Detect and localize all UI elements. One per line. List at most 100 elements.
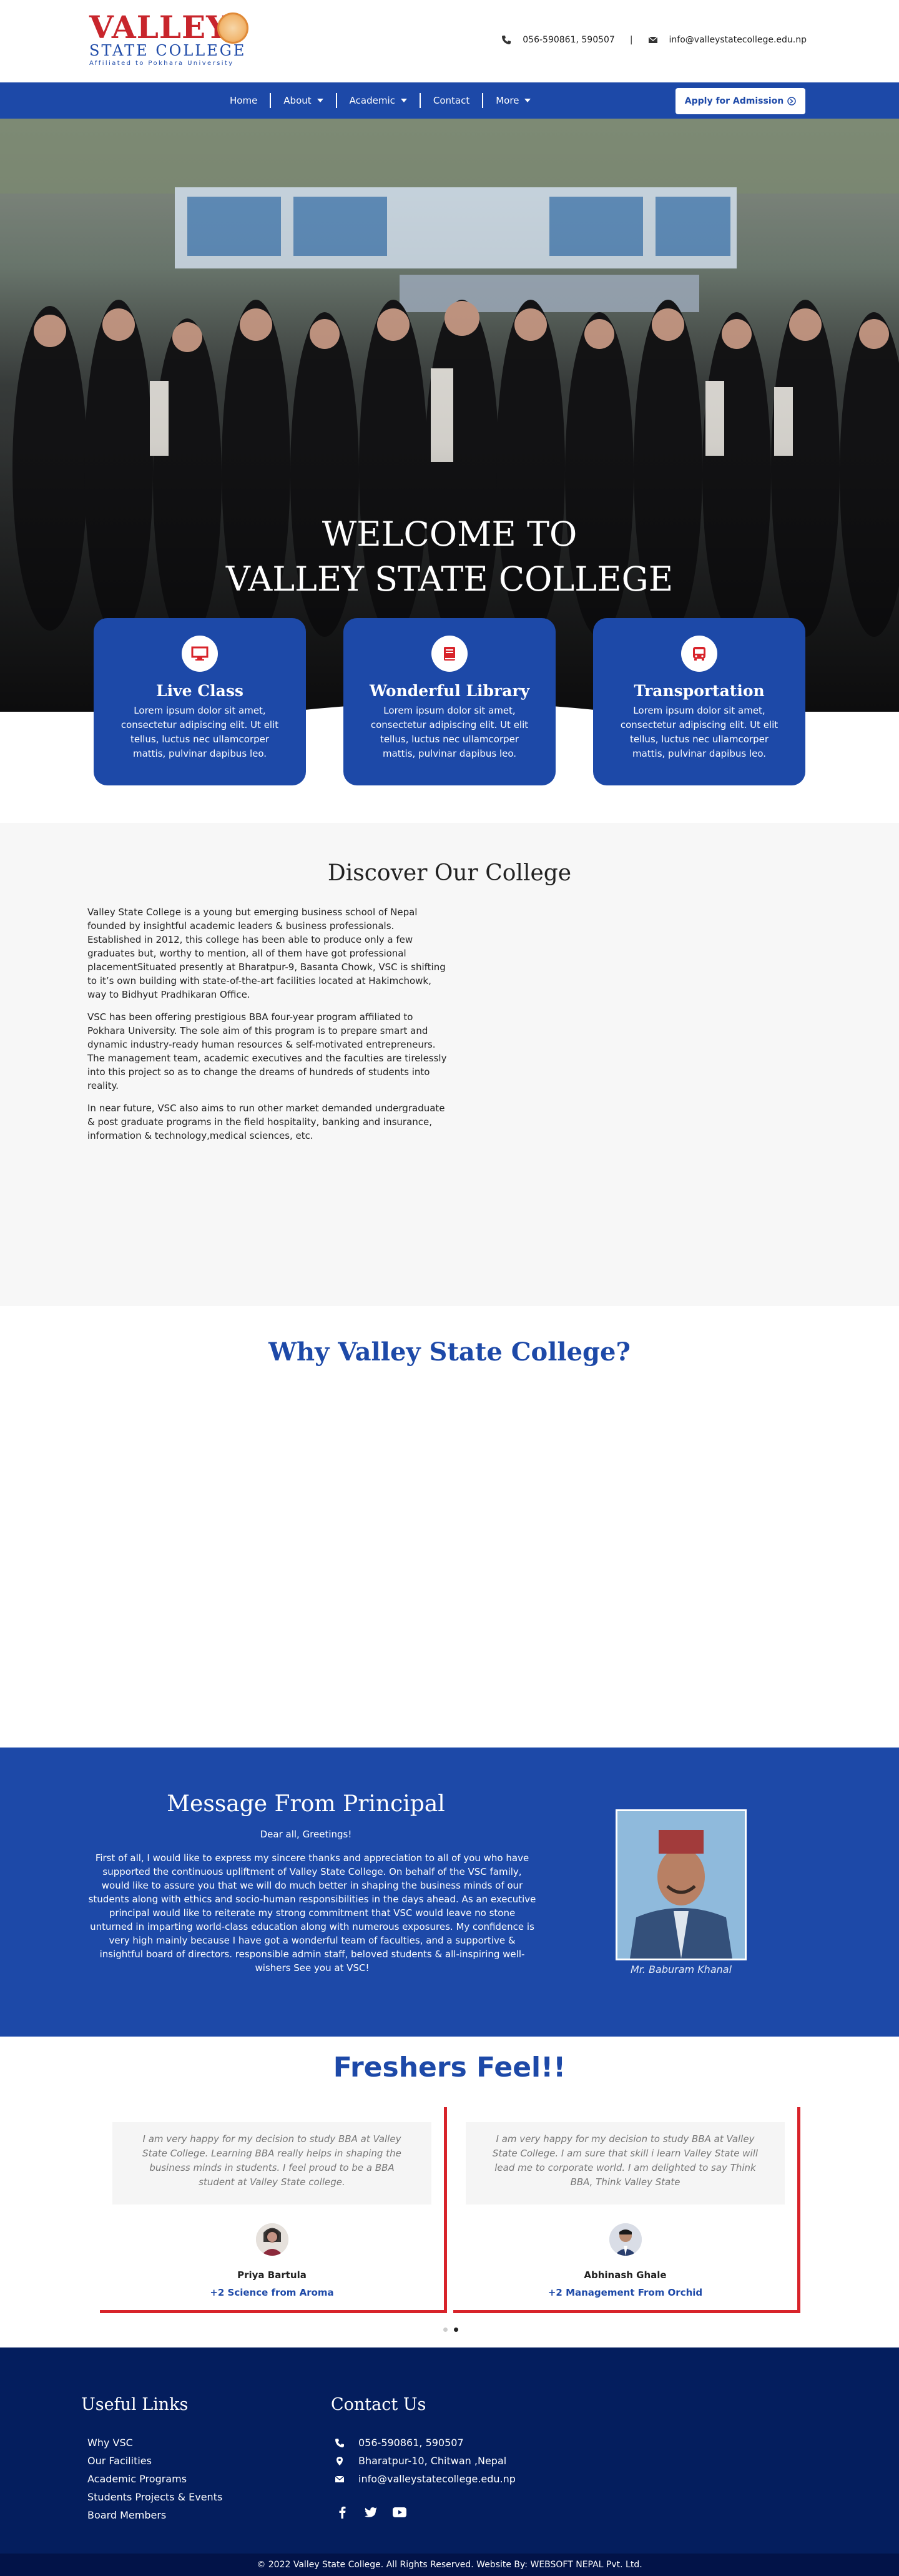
card-icon-wrap xyxy=(182,636,218,672)
nav-contact[interactable]: Contact xyxy=(421,91,482,110)
chevron-down-icon xyxy=(400,99,407,102)
apply-label: Apply for Admission xyxy=(684,96,784,106)
hero-title-line1: WELCOME TO xyxy=(322,514,577,554)
nav-academic-label: Academic xyxy=(349,95,395,106)
nav-about-label: About xyxy=(283,95,312,106)
feature-cards: Live Class Lorem ipsum dolor sit amet, c… xyxy=(94,618,805,785)
testimonial-name: Abhinash Ghale xyxy=(584,2269,667,2281)
card-title: Wonderful Library xyxy=(369,682,530,700)
principal-photo xyxy=(616,1809,747,1960)
why-title: Why Valley State College? xyxy=(268,1337,631,1367)
chevron-down-icon xyxy=(317,99,323,102)
copyright-bar: © 2022 Valley State College. All Rights … xyxy=(0,2554,899,2576)
college-logo[interactable]: VALLEY STATE COLLEGE Affiliated to Pokha… xyxy=(89,11,252,74)
nav-home[interactable]: Home xyxy=(217,91,270,110)
footer-contact: 056-590861, 590507 Bharatpur-10, Chitwan… xyxy=(335,2434,516,2488)
apply-admission-button[interactable]: Apply for Admission xyxy=(675,88,805,114)
footer-link-board[interactable]: Board Members xyxy=(87,2506,222,2524)
nav-contact-label: Contact xyxy=(433,95,470,106)
carousel-dots xyxy=(440,2328,461,2332)
header-separator: | xyxy=(629,35,633,45)
principal-greeting: Dear all, Greetings! xyxy=(260,1829,352,1840)
footer-email[interactable]: info@valleystatecollege.edu.np xyxy=(358,2470,516,2488)
map-pin-icon xyxy=(337,2456,343,2465)
testimonial-card[interactable]: I am very happy for my decision to study… xyxy=(453,2107,800,2313)
hero-title-line2: VALLEY STATE COLLEGE xyxy=(225,559,674,599)
card-text: Lorem ipsum dolor sit amet, consectetur … xyxy=(620,705,779,759)
testimonial-card[interactable]: I am very happy for my decision to study… xyxy=(100,2107,447,2313)
discover-title: Discover Our College xyxy=(327,860,572,886)
principal-section: Message From Principal Dear all, Greetin… xyxy=(0,1748,899,2037)
testimonial-name: Priya Bartula xyxy=(237,2269,307,2281)
footer-email-row: info@valleystatecollege.edu.np xyxy=(335,2470,516,2488)
envelope-icon xyxy=(648,36,658,43)
feature-card-transportation[interactable]: Transportation Lorem ipsum dolor sit ame… xyxy=(593,618,805,785)
bus-icon xyxy=(693,647,705,661)
hero-section: WELCOME TO VALLEY STATE COLLEGE Live Cla… xyxy=(0,119,899,823)
logo-seal-icon xyxy=(217,12,248,44)
why-section: Why Valley State College? xyxy=(0,1306,899,1748)
feature-card-live-class[interactable]: Live Class Lorem ipsum dolor sit amet, c… xyxy=(94,618,306,785)
nav-academic[interactable]: Academic xyxy=(337,91,420,110)
freshers-section: Freshers Feel!! I am very happy for my d… xyxy=(0,2037,899,2347)
footer-link-projects[interactable]: Students Projects & Events xyxy=(87,2488,222,2506)
header-email[interactable]: info@valleystatecollege.edu.np xyxy=(669,35,807,45)
card-title: Live Class xyxy=(156,682,243,700)
footer: Useful Links Why VSC Our Facilities Acad… xyxy=(0,2347,899,2554)
nav-more[interactable]: More xyxy=(483,91,543,110)
main-nav: Home About Academic Contact More Apply f… xyxy=(0,82,899,119)
discover-paragraph: In near future, VSC also aims to run oth… xyxy=(87,1103,445,1141)
testimonial-quote: I am very happy for my decision to study… xyxy=(466,2122,785,2205)
feature-card-library[interactable]: Wonderful Library Lorem ipsum dolor sit … xyxy=(343,618,556,785)
principal-title: Message From Principal xyxy=(167,1791,445,1817)
footer-phone[interactable]: 056-590861, 590507 xyxy=(358,2434,464,2452)
phone-icon xyxy=(502,36,511,44)
card-text: Lorem ipsum dolor sit amet, consectetur … xyxy=(120,705,279,759)
card-title: Transportation xyxy=(634,682,765,700)
footer-link-academic[interactable]: Academic Programs xyxy=(87,2470,222,2488)
useful-links: Why VSC Our Facilities Academic Programs… xyxy=(87,2434,222,2524)
twitter-icon[interactable] xyxy=(363,2505,378,2520)
nav-more-label: More xyxy=(496,95,519,106)
footer-address: Bharatpur-10, Chitwan ,Nepal xyxy=(358,2455,507,2467)
youtube-icon[interactable] xyxy=(392,2505,407,2520)
testimonial-program: +2 Science from Aroma xyxy=(210,2287,334,2298)
footer-link-why-vsc[interactable]: Why VSC xyxy=(87,2434,222,2452)
useful-links-title: Useful Links xyxy=(81,2395,189,2414)
contact-us-title: Contact Us xyxy=(331,2395,426,2414)
chevron-down-icon xyxy=(524,99,531,102)
logo-affiliation: Affiliated to Pokhara University xyxy=(89,60,234,67)
carousel-dot-active[interactable] xyxy=(454,2328,458,2332)
discover-paragraph: Valley State College is a young but emer… xyxy=(87,907,446,1000)
footer-link-facilities[interactable]: Our Facilities xyxy=(87,2452,222,2470)
logo-subtitle: STATE COLLEGE xyxy=(89,42,247,59)
facebook-icon[interactable] xyxy=(335,2505,350,2520)
avatar xyxy=(609,2223,642,2256)
top-header: VALLEY STATE COLLEGE Affiliated to Pokha… xyxy=(0,0,899,82)
footer-address-row: Bharatpur-10, Chitwan ,Nepal xyxy=(335,2452,516,2470)
discover-paragraph: VSC has been offering prestigious BBA fo… xyxy=(87,1011,447,1091)
phone-icon xyxy=(335,2438,344,2447)
carousel-dot[interactable] xyxy=(443,2328,448,2332)
testimonial-quote: I am very happy for my decision to study… xyxy=(112,2122,431,2205)
hero-title: WELCOME TO VALLEY STATE COLLEGE xyxy=(0,512,899,602)
header-phone[interactable]: 056-590861, 590507 xyxy=(523,35,615,45)
discover-section: Discover Our College Valley State Colleg… xyxy=(0,823,899,1306)
card-icon-wrap xyxy=(681,636,717,672)
testimonial-program: +2 Management From Orchid xyxy=(548,2287,703,2298)
header-contact: 056-590861, 590507 | info@valleystatecol… xyxy=(501,35,807,45)
copyright-text: © 2022 Valley State College. All Rights … xyxy=(257,2560,642,2570)
principal-message: First of all, I would like to express my… xyxy=(88,1852,536,1974)
discover-text: Valley State College is a young but emer… xyxy=(87,905,450,1151)
book-icon xyxy=(444,647,455,661)
nav-about[interactable]: About xyxy=(271,91,335,110)
social-links xyxy=(335,2505,421,2520)
card-text: Lorem ipsum dolor sit amet, consectetur … xyxy=(370,705,529,759)
monitor-icon xyxy=(191,646,209,661)
arrow-circle-icon xyxy=(787,97,796,106)
principal-name: Mr. Baburam Khanal xyxy=(630,1964,732,1975)
envelope-icon xyxy=(335,2475,345,2482)
footer-phone-row: 056-590861, 590507 xyxy=(335,2434,516,2452)
card-icon-wrap xyxy=(431,636,468,672)
freshers-title: Freshers Feel!! xyxy=(333,2052,566,2083)
